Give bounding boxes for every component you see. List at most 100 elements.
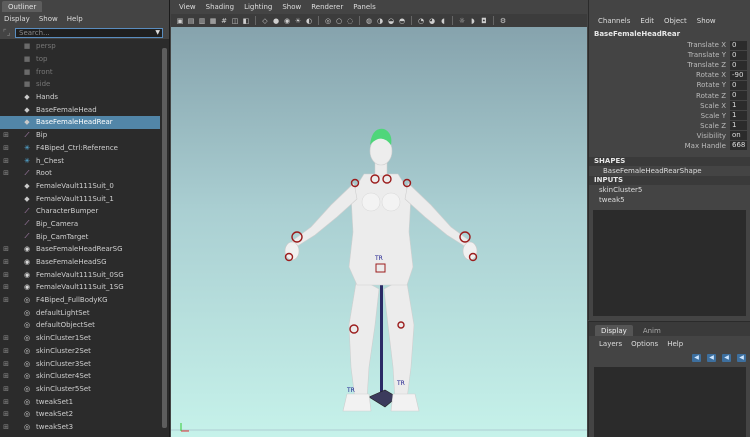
depth-of-field-icon[interactable]: ◓ <box>398 17 406 25</box>
move-layer-down-icon[interactable]: ◀ <box>707 353 716 362</box>
expand-icon[interactable]: ⊞ <box>0 296 12 304</box>
outliner-item[interactable]: ■ front <box>0 65 160 78</box>
expand-icon[interactable]: ⊞ <box>0 372 12 380</box>
new-layer-icon[interactable]: ◀ <box>722 353 731 362</box>
expand-icon[interactable]: ⊞ <box>0 157 12 165</box>
outliner-item[interactable]: ⊞ ◎ skinCluster5Set <box>0 383 160 396</box>
camera-lock-icon[interactable]: ▤ <box>187 17 195 25</box>
resolution-gate-icon[interactable]: ◧ <box>242 17 250 25</box>
gamma-icon[interactable]: ◗ <box>469 17 477 25</box>
outliner-item[interactable]: ⊞ ◉ BaseFemaleHeadSG <box>0 256 160 269</box>
expand-icon[interactable]: ⊞ <box>0 258 12 266</box>
channel-value-field[interactable]: 0 <box>730 50 747 60</box>
shadows-icon[interactable]: ◐ <box>305 17 313 25</box>
channel-value-field[interactable]: 0 <box>730 40 747 50</box>
channel-label[interactable]: Scale Z <box>589 122 730 130</box>
channel-value-field[interactable]: 0 <box>730 80 747 90</box>
outliner-item[interactable]: ◆ FemaleVault111Suit_0 <box>0 180 160 193</box>
outliner-item[interactable]: ⊞ ⟋ Bip <box>0 129 160 142</box>
outliner-item[interactable]: ⊞ ◎ F4Biped_FullBodyKG <box>0 294 160 307</box>
search-input[interactable]: Search... ▼ <box>15 27 163 38</box>
input-node-skincluster[interactable]: skinCluster5 <box>589 185 750 195</box>
left-boot[interactable] <box>342 393 372 412</box>
menu-renderer[interactable]: Renderer <box>311 3 343 11</box>
outliner-item[interactable]: ■ top <box>0 53 160 66</box>
xray-joints-icon[interactable]: ○ <box>335 17 343 25</box>
xray-icon[interactable]: ◎ <box>324 17 332 25</box>
channel-attribute-row[interactable]: Visibility on <box>589 131 750 141</box>
camera-select-icon[interactable]: ▣ <box>176 17 184 25</box>
channel-label[interactable]: Rotate Y <box>589 81 730 89</box>
input-node-tweak[interactable]: tweak5 <box>589 195 750 205</box>
scrollbar-thumb[interactable] <box>162 48 167 428</box>
expand-icon[interactable]: ⊞ <box>0 360 12 368</box>
expand-icon[interactable]: ⊞ <box>0 423 12 431</box>
filter-bracket-icon[interactable]: ⌜⌟ <box>3 28 15 37</box>
expand-icon[interactable]: ⊞ <box>0 334 12 342</box>
outliner-tab[interactable]: Outliner <box>2 1 43 12</box>
outliner-item[interactable]: ⊞ ◎ tweakSet2 <box>0 408 160 421</box>
torso[interactable] <box>348 173 414 286</box>
menu-help[interactable]: Help <box>67 15 83 23</box>
outliner-item[interactable]: ◎ defaultObjectSet <box>0 319 160 332</box>
channel-attribute-row[interactable]: Translate Y0 <box>589 50 750 60</box>
channel-value-field[interactable]: on <box>730 131 747 141</box>
menu-show[interactable]: Show <box>39 15 58 23</box>
channel-attribute-row[interactable]: Translate X0 <box>589 40 750 50</box>
menu-show[interactable]: Show <box>282 3 301 11</box>
expand-icon[interactable]: ⊞ <box>0 271 12 279</box>
xray-active-icon[interactable]: ◕ <box>428 17 436 25</box>
channel-label[interactable]: Translate Z <box>589 61 730 69</box>
outliner-item[interactable]: ⟋ Bip_Camera <box>0 218 160 231</box>
textured-icon[interactable]: ◉ <box>283 17 291 25</box>
root-pole[interactable] <box>380 282 383 400</box>
menu-panels[interactable]: Panels <box>353 3 376 11</box>
channel-value-field[interactable]: 1 <box>730 121 747 131</box>
move-layer-up-icon[interactable]: ◀ <box>692 353 701 362</box>
anti-alias-icon[interactable]: ◒ <box>387 17 395 25</box>
outliner-item[interactable]: ⊞ ✳ F4Biped_Ctrl:Reference <box>0 142 160 155</box>
screen-space-icon[interactable]: ◖ <box>439 17 447 25</box>
outliner-item[interactable]: ⊞ ◉ BaseFemaleHeadRearSG <box>0 243 160 256</box>
outliner-item[interactable]: ◆ BaseFemaleHead <box>0 103 160 116</box>
image-plane-icon[interactable]: ▦ <box>209 17 217 25</box>
smooth-shade-icon[interactable]: ● <box>272 17 280 25</box>
right-boot[interactable] <box>390 393 420 412</box>
outliner-item[interactable]: ■ side <box>0 78 160 91</box>
menu-options[interactable]: Options <box>631 340 658 348</box>
outliner-item[interactable]: ⊞ ◎ skinCluster2Set <box>0 345 160 358</box>
color-management-icon[interactable]: ◘ <box>480 17 488 25</box>
viewport-settings-icon[interactable]: ⚙ <box>499 17 507 25</box>
channel-label[interactable]: Scale Y <box>589 112 730 120</box>
channel-label[interactable]: Rotate Z <box>589 92 730 100</box>
outliner-item[interactable]: ⊞ ◎ tweakSet1 <box>0 395 160 408</box>
expand-icon[interactable]: ⊞ <box>0 169 12 177</box>
channel-label[interactable]: Max Handle <box>589 142 730 150</box>
ambient-occlusion-icon[interactable]: ◍ <box>365 17 373 25</box>
channel-attribute-row[interactable]: Max Handle 668 <box>589 141 750 151</box>
new-layer-selected-icon[interactable]: ◀ <box>737 353 746 362</box>
channel-label[interactable]: Visibility <box>589 132 730 140</box>
menu-object[interactable]: Object <box>664 17 687 25</box>
menu-view[interactable]: View <box>179 3 196 11</box>
outliner-item[interactable]: ⟋ Bip_CamTarget <box>0 230 160 243</box>
channel-value-field[interactable]: -90 <box>730 70 747 80</box>
outliner-item[interactable]: ◆ BaseFemaleHeadRear <box>0 116 160 129</box>
channel-attribute-row[interactable]: Scale Z1 <box>589 121 750 131</box>
expand-icon[interactable]: ⊞ <box>0 131 12 139</box>
bookmark-icon[interactable]: ▥ <box>198 17 206 25</box>
channel-label[interactable]: Scale X <box>589 102 730 110</box>
outliner-item[interactable]: ⊞ ◉ FemaleVault111Suit_0SG <box>0 268 160 281</box>
outliner-item[interactable]: ⊞ ⟋ Root <box>0 167 160 180</box>
expand-icon[interactable]: ⊞ <box>0 245 12 253</box>
expand-icon[interactable]: ⊞ <box>0 283 12 291</box>
channel-value-field[interactable]: 0 <box>730 60 747 70</box>
control-shoulder-left[interactable] <box>350 178 360 188</box>
chevron-down-icon[interactable]: ▼ <box>155 29 160 37</box>
channel-attribute-row[interactable]: Rotate Y0 <box>589 80 750 90</box>
film-gate-icon[interactable]: ◫ <box>231 17 239 25</box>
channel-value-field[interactable]: 1 <box>730 111 747 121</box>
channel-label[interactable]: Translate Y <box>589 51 730 59</box>
control-shoulder-right[interactable] <box>402 178 412 188</box>
menu-layers[interactable]: Layers <box>599 340 622 348</box>
